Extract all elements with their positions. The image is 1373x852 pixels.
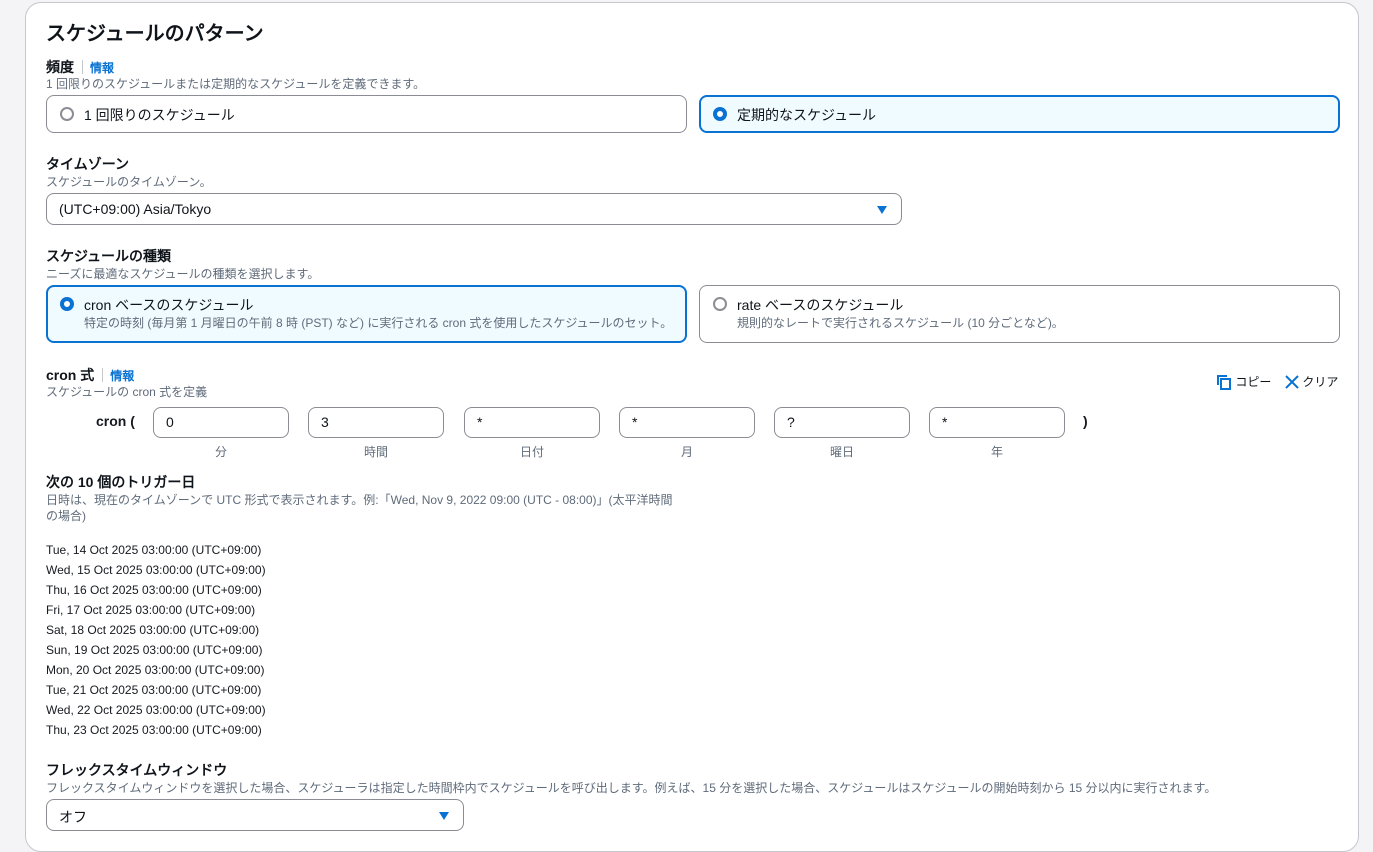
- schedule-type-description: ニーズに最適なスケジュールの種類を選択します。: [46, 267, 320, 281]
- flex-window-label: フレックスタイムウィンドウ: [46, 762, 228, 778]
- triggers-description-line2: の場合): [46, 509, 86, 523]
- cron-day-of-month-input[interactable]: *: [464, 407, 600, 438]
- schedule-type-option-rate[interactable]: rate ベースのスケジュール 規則的なレートで実行されるスケジュール (10 …: [699, 285, 1340, 343]
- radio-unchecked-icon[interactable]: [713, 297, 727, 311]
- trigger-date: Thu, 16 Oct 2025 03:00:00 (UTC+09:00): [46, 583, 262, 597]
- frequency-info-link[interactable]: 情報: [90, 61, 114, 75]
- copy-button[interactable]: コピー: [1216, 373, 1271, 390]
- cron-info-link[interactable]: 情報: [110, 369, 134, 383]
- cron-hours-caption: 時間: [363, 445, 388, 459]
- frequency-option-recurring-label: 定期的なスケジュール: [737, 107, 877, 123]
- close-icon: [1285, 375, 1299, 389]
- trigger-date: Sun, 19 Oct 2025 03:00:00 (UTC+09:00): [46, 643, 263, 657]
- timezone-value: (UTC+09:00) Asia/Tokyo: [59, 201, 212, 217]
- caret-down-icon: [439, 812, 449, 820]
- trigger-date: Wed, 15 Oct 2025 03:00:00 (UTC+09:00): [46, 563, 266, 577]
- frequency-label: 頻度: [46, 59, 74, 75]
- cron-description: スケジュールの cron 式を定義: [46, 385, 208, 399]
- radio-unchecked-icon[interactable]: [60, 107, 74, 121]
- schedule-type-rate-description: 規則的なレートで実行されるスケジュール (10 分ごとなど)。: [737, 316, 1064, 330]
- flex-window-select[interactable]: オフ: [46, 799, 464, 831]
- trigger-date: Sat, 18 Oct 2025 03:00:00 (UTC+09:00): [46, 623, 260, 637]
- schedule-type-option-cron[interactable]: cron ベースのスケジュール 特定の時刻 (毎月第 1 月曜日の午前 8 時 …: [46, 285, 687, 343]
- cron-year-caption: 年: [990, 445, 1003, 459]
- trigger-date: Fri, 17 Oct 2025 03:00:00 (UTC+09:00): [46, 603, 256, 617]
- cron-minutes-caption: 分: [214, 445, 227, 459]
- cron-suffix: ): [1083, 413, 1088, 429]
- flex-window-value: オフ: [59, 809, 87, 825]
- cron-day-of-week-input[interactable]: ?: [774, 407, 910, 438]
- cron-day-of-month-caption: 日付: [519, 445, 544, 459]
- cron-day-of-week-caption: 曜日: [829, 445, 854, 459]
- info-separator: [102, 368, 104, 382]
- timezone-select[interactable]: (UTC+09:00) Asia/Tokyo: [46, 193, 902, 225]
- cron-prefix: cron (: [96, 413, 135, 429]
- trigger-date: Mon, 20 Oct 2025 03:00:00 (UTC+09:00): [46, 663, 265, 677]
- frequency-label-row: 頻度 情報: [46, 57, 114, 77]
- schedule-type-cron-description: 特定の時刻 (毎月第 1 月曜日の午前 8 時 (PST) など) に実行される…: [84, 316, 673, 330]
- schedule-type-rate-label: rate ベースのスケジュール: [737, 297, 904, 313]
- cron-month-caption: 月: [680, 445, 693, 459]
- flex-window-description: フレックスタイムウィンドウを選択した場合、スケジューラは指定した時間枠内でスケジ…: [46, 781, 1217, 795]
- cron-label-row: cron 式 情報: [46, 365, 134, 385]
- cron-minutes-input[interactable]: 0: [153, 407, 289, 438]
- cron-label: cron 式: [46, 367, 95, 383]
- caret-down-icon: [877, 206, 887, 214]
- schedule-type-cron-label: cron ベースのスケジュール: [84, 297, 254, 313]
- schedule-type-label: スケジュールの種類: [46, 248, 172, 264]
- cron-hours-input[interactable]: 3: [308, 407, 444, 438]
- triggers-label: 次の 10 個のトリガー日: [46, 474, 196, 490]
- copy-icon: [1217, 375, 1231, 390]
- section-title: スケジュールのパターン: [46, 23, 264, 45]
- trigger-date: Tue, 14 Oct 2025 03:00:00 (UTC+09:00): [46, 543, 262, 557]
- frequency-description: 1 回限りのスケジュールまたは定期的なスケジュールを定義できます。: [46, 77, 426, 91]
- frequency-option-recurring[interactable]: 定期的なスケジュール: [699, 95, 1340, 133]
- trigger-date: Tue, 21 Oct 2025 03:00:00 (UTC+09:00): [46, 683, 262, 697]
- trigger-date: Thu, 23 Oct 2025 03:00:00 (UTC+09:00): [46, 723, 262, 737]
- frequency-option-one-time[interactable]: 1 回限りのスケジュール: [46, 95, 687, 133]
- clear-button[interactable]: クリア: [1285, 373, 1338, 390]
- triggers-description-line1: 日時は、現在のタイムゾーンで UTC 形式で表示されます。例:「Wed, Nov…: [46, 493, 673, 507]
- cron-year-input[interactable]: *: [929, 407, 1065, 438]
- timezone-label: タイムゾーン: [46, 156, 130, 172]
- radio-checked-icon[interactable]: [60, 297, 74, 311]
- radio-checked-icon[interactable]: [713, 107, 727, 121]
- timezone-description: スケジュールのタイムゾーン。: [46, 175, 212, 189]
- copy-button-label: コピー: [1235, 375, 1272, 389]
- frequency-option-one-time-label: 1 回限りのスケジュール: [84, 107, 235, 123]
- cron-month-input[interactable]: *: [619, 407, 755, 438]
- info-separator: [82, 60, 83, 74]
- clear-button-label: クリア: [1302, 375, 1339, 389]
- trigger-date: Wed, 22 Oct 2025 03:00:00 (UTC+09:00): [46, 703, 266, 717]
